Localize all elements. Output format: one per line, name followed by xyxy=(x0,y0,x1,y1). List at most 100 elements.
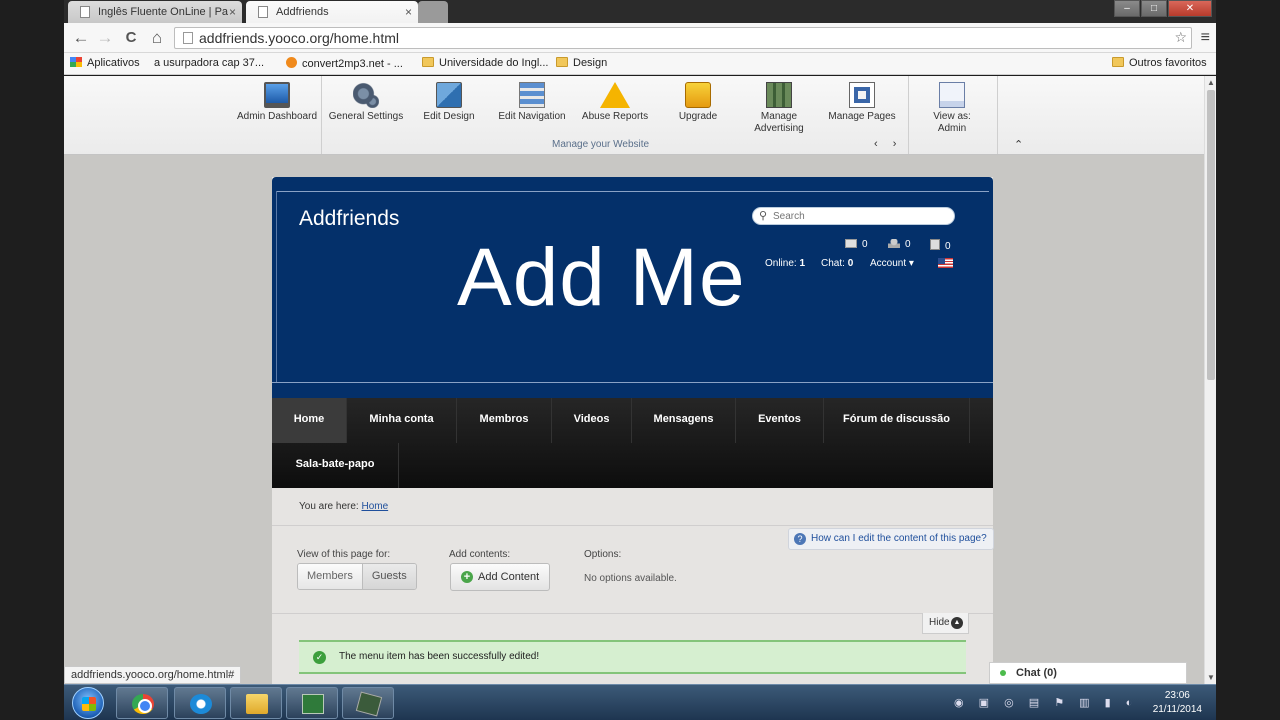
account-dropdown[interactable]: Account ▾ xyxy=(870,258,914,269)
edit-navigation-button[interactable]: Edit Navigation xyxy=(494,82,570,123)
maximize-button[interactable]: □ xyxy=(1141,0,1167,17)
divider xyxy=(272,525,993,526)
options-label: Options: xyxy=(584,549,622,560)
taskbar-chrome[interactable] xyxy=(116,687,168,719)
design-icon xyxy=(436,82,462,108)
online-count[interactable]: Online: 1 xyxy=(765,258,805,269)
bookmark-apps[interactable]: Aplicativos xyxy=(70,57,140,69)
view-as-icon xyxy=(939,82,965,108)
us-flag-icon[interactable] xyxy=(938,258,953,268)
bookmark-universidade[interactable]: Universidade do Ingl... xyxy=(422,57,548,69)
taskbar-ie[interactable] xyxy=(174,687,226,719)
collapse-admin-icon[interactable]: ⌃ xyxy=(1014,138,1023,151)
address-bar[interactable]: addfriends.yooco.org/home.html ☆ xyxy=(174,27,1192,49)
admin-scroll-arrows[interactable]: ‹ › xyxy=(874,138,902,150)
view-as-admin-button[interactable]: View as: Admin xyxy=(924,82,980,135)
hide-button[interactable]: Hide ▲ xyxy=(922,613,969,634)
taskbar-recorder[interactable] xyxy=(342,687,394,719)
nav-sala-bate-papo[interactable]: Sala-bate-papo xyxy=(272,443,399,488)
scroll-up-icon[interactable]: ▲ xyxy=(1205,78,1217,87)
notifications-counter[interactable]: 0 xyxy=(930,239,951,252)
divider xyxy=(997,76,998,154)
menu-icon[interactable]: ≡ xyxy=(1201,29,1210,47)
search-icon: ⚲ xyxy=(759,210,768,222)
messages-counter[interactable]: 0 xyxy=(845,239,868,250)
pages-icon xyxy=(849,82,875,108)
nav-minha-conta[interactable]: Minha conta xyxy=(347,398,457,443)
window-controls: – □ ✕ xyxy=(1114,0,1212,17)
folder-icon xyxy=(246,694,268,714)
tab-close-icon[interactable]: × xyxy=(405,1,412,23)
site-header: Addfriends Add Me ⚲ 0 0 0 Online: 1 Chat… xyxy=(272,177,993,398)
view-guests-button[interactable]: Guests xyxy=(361,564,416,589)
help-edit-content-link[interactable]: ? How can I edit the content of this pag… xyxy=(788,528,994,550)
navigation-icon xyxy=(519,82,545,108)
check-icon: ✓ xyxy=(313,651,326,664)
convert-icon xyxy=(286,57,297,68)
site-title[interactable]: Addfriends xyxy=(299,207,399,231)
windows-taskbar: ◉ ▣ ◎ ▤ ⚑ ▥ ▮ ◐ 23:06 21/11/2014 xyxy=(64,684,1216,720)
nav-membros[interactable]: Membros xyxy=(457,398,552,443)
tab-ingles-fluente[interactable]: Inglês Fluente OnLine | Pa × xyxy=(68,1,242,23)
new-tab-button[interactable] xyxy=(418,1,448,23)
view-toggle: Members Guests xyxy=(297,563,417,590)
upgrade-button[interactable]: Upgrade xyxy=(668,82,728,123)
notes-icon xyxy=(930,239,940,250)
tab-label: Inglês Fluente OnLine | Pa xyxy=(98,6,229,18)
tab-close-icon[interactable]: × xyxy=(229,1,236,23)
tab-addfriends[interactable]: Addfriends × xyxy=(246,1,418,23)
forward-icon[interactable]: → xyxy=(94,29,116,47)
manage-advertising-button[interactable]: Manage Advertising xyxy=(746,82,812,135)
friend-requests-counter[interactable]: 0 xyxy=(888,239,911,250)
nav-eventos[interactable]: Eventos xyxy=(736,398,824,443)
bookmark-design[interactable]: Design xyxy=(556,57,607,69)
chat-bar[interactable]: Chat (0) xyxy=(989,662,1187,684)
nav-videos[interactable]: Videos xyxy=(552,398,632,443)
chat-count[interactable]: Chat: 0 xyxy=(821,258,853,269)
abuse-reports-button[interactable]: Abuse Reports xyxy=(578,82,652,123)
close-window-button[interactable]: ✕ xyxy=(1168,0,1212,17)
back-icon[interactable]: ← xyxy=(70,29,92,47)
url-text: addfriends.yooco.org/home.html xyxy=(199,30,399,46)
folder-icon xyxy=(422,57,434,67)
taskbar-explorer[interactable] xyxy=(230,687,282,719)
nav-mensagens[interactable]: Mensagens xyxy=(632,398,736,443)
bookmark-usurpadora[interactable]: a usurpadora cap 37... xyxy=(154,57,264,143)
divider xyxy=(272,613,993,614)
clock[interactable]: 23:06 21/11/2014 xyxy=(1153,689,1202,717)
collapse-up-icon: ▲ xyxy=(951,617,963,629)
page-scrollbar[interactable]: ▲ ▼ xyxy=(1204,76,1216,684)
no-options-text: No options available. xyxy=(584,573,677,584)
site-logo-text[interactable]: Add Me xyxy=(457,231,746,325)
home-icon[interactable]: ⌂ xyxy=(146,29,168,47)
add-content-button[interactable]: + Add Content xyxy=(450,563,550,591)
scroll-down-icon[interactable]: ▼ xyxy=(1205,673,1217,682)
bookmark-star-icon[interactable]: ☆ xyxy=(1174,29,1187,46)
general-settings-button[interactable]: General Settings xyxy=(326,82,406,123)
divider xyxy=(272,382,993,383)
view-members-button[interactable]: Members xyxy=(298,564,362,589)
manage-pages-button[interactable]: Manage Pages xyxy=(824,82,900,123)
edit-design-button[interactable]: Edit Design xyxy=(416,82,482,123)
reload-icon[interactable]: C xyxy=(120,29,142,47)
apps-grid-icon xyxy=(70,57,82,67)
scrollbar-thumb[interactable] xyxy=(1207,90,1215,380)
search-input[interactable] xyxy=(773,209,943,223)
divider xyxy=(908,76,909,154)
divider xyxy=(276,191,277,382)
minimize-button[interactable]: – xyxy=(1114,0,1140,17)
breadcrumb-home-link[interactable]: Home xyxy=(361,501,388,512)
tray-icons[interactable]: ◉ ▣ ◎ ▤ ⚑ ▥ ▮ ◐ xyxy=(954,696,1138,709)
admin-dashboard-button[interactable]: Admin Dashboard xyxy=(234,82,320,123)
taskbar-excel[interactable] xyxy=(286,687,338,719)
site-container: Addfriends Add Me ⚲ 0 0 0 Online: 1 Chat… xyxy=(272,177,994,684)
nav-home[interactable]: Home xyxy=(272,398,347,443)
start-button[interactable] xyxy=(72,687,104,719)
divider xyxy=(321,76,322,154)
nav-forum[interactable]: Fórum de discussão xyxy=(824,398,970,443)
web-page: Admin Dashboard General Settings Edit De… xyxy=(64,76,1204,684)
bookmark-convert2mp3[interactable]: convert2mp3.net - ... xyxy=(286,57,403,70)
admin-bar: Admin Dashboard General Settings Edit De… xyxy=(64,76,1204,155)
bookmark-other[interactable]: Outros favoritos xyxy=(1112,57,1207,69)
search-box[interactable]: ⚲ xyxy=(752,207,955,225)
